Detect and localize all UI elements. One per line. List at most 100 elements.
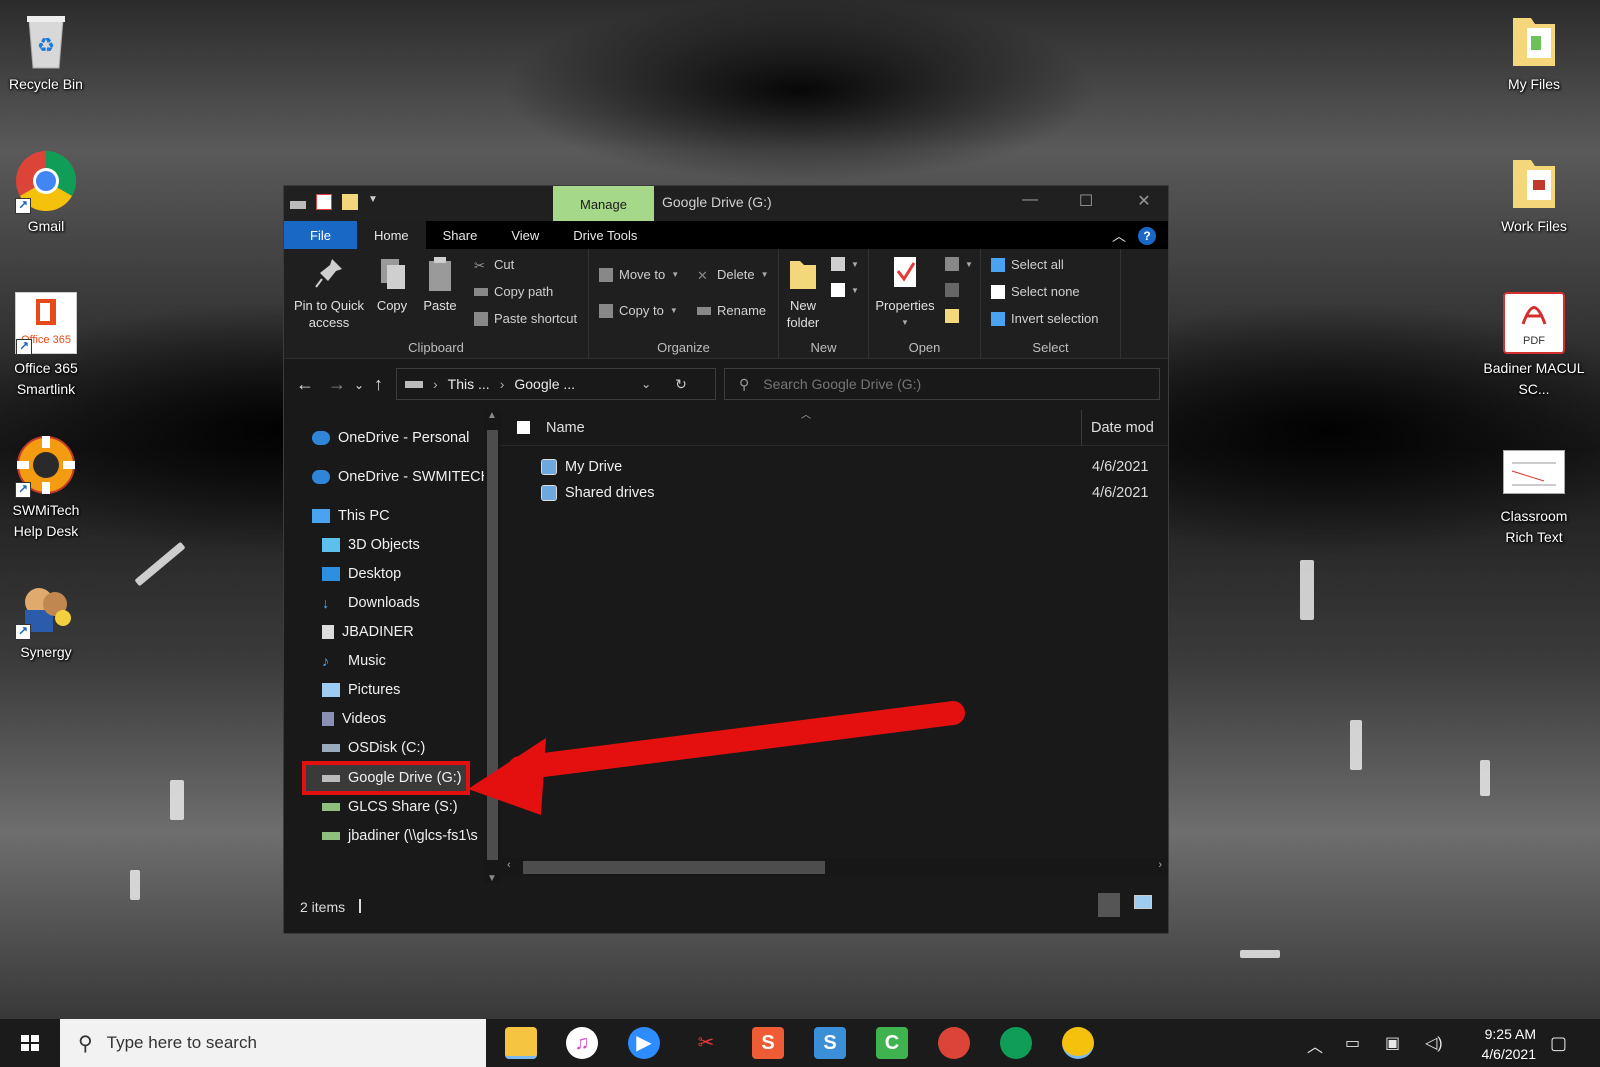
zoom-icon[interactable]: ▶: [628, 1027, 660, 1059]
nav-item-music[interactable]: ♪ Music: [322, 648, 501, 674]
pin-quick-access-button[interactable]: Pin to Quick access: [290, 255, 368, 331]
delete-button[interactable]: ✕ Delete ▼: [697, 267, 769, 283]
copy-to-button[interactable]: Copy to ▼: [599, 303, 678, 318]
nav-item-this-pc[interactable]: This PC: [312, 503, 501, 529]
search-box[interactable]: ⚲: [724, 368, 1160, 400]
new-item-button[interactable]: ▼: [831, 257, 859, 271]
edit-button[interactable]: [945, 283, 959, 297]
show-hidden-icons-icon[interactable]: ︿: [1307, 1033, 1323, 1057]
snipping-tool-icon[interactable]: ✂: [690, 1027, 722, 1059]
address-dropdown-icon[interactable]: ⌄: [641, 377, 651, 391]
address-bar[interactable]: › This ... › Google ... ⌄ ↻: [396, 368, 716, 400]
nav-item-pictures[interactable]: Pictures: [322, 677, 501, 703]
minimize-button[interactable]: —: [1010, 191, 1050, 209]
collapse-ribbon-icon[interactable]: ︿: [1112, 226, 1126, 246]
desktop-icon-badiner-pdf[interactable]: PDF Badiner MACUL SC...: [1483, 292, 1585, 400]
select-all-button[interactable]: Select all: [991, 257, 1064, 272]
recent-locations-chevron-icon[interactable]: ⌄: [354, 378, 364, 392]
notifications-icon[interactable]: ▢: [1550, 1033, 1567, 1054]
snagit-editor-icon[interactable]: S: [814, 1027, 846, 1059]
nav-item-videos[interactable]: Videos: [322, 706, 501, 732]
large-icons-view-icon[interactable]: [1134, 895, 1152, 909]
taskbar-search[interactable]: ⚲ Type here to search: [60, 1019, 486, 1067]
list-item[interactable]: My Drive 4/6/2021: [541, 455, 1161, 479]
help-icon[interactable]: ?: [1138, 227, 1156, 245]
list-item[interactable]: Shared drives 4/6/2021: [541, 481, 1161, 505]
desktop-icon-gmail[interactable]: ↗ Gmail: [0, 150, 92, 237]
tab-manage[interactable]: Manage: [553, 186, 654, 221]
chrome-taskbar-icon[interactable]: [1000, 1027, 1032, 1059]
desktop-icon-work-files[interactable]: Work Files: [1488, 150, 1580, 237]
open-button[interactable]: ▼: [945, 257, 973, 271]
nav-item-onedrive-personal[interactable]: OneDrive - Personal: [312, 425, 501, 451]
desktop-icon-classroom[interactable]: Classroom Rich Text: [1488, 450, 1580, 548]
network-icon[interactable]: ▣: [1385, 1033, 1400, 1053]
paste-shortcut-button[interactable]: Paste shortcut: [474, 311, 577, 326]
copy-button[interactable]: Copy: [370, 255, 414, 314]
column-divider[interactable]: [1081, 410, 1082, 446]
scroll-left-icon[interactable]: ‹: [507, 859, 511, 871]
camtasia-icon[interactable]: C: [876, 1027, 908, 1059]
cut-button[interactable]: ✂ Cut: [474, 257, 514, 273]
volume-icon[interactable]: ◁): [1425, 1033, 1443, 1053]
nav-item-jbadiner-share[interactable]: jbadiner (\\glcs-fs1\s: [322, 823, 501, 849]
taskbar-clock[interactable]: 9:25 AM 4/6/2021: [1456, 1024, 1537, 1064]
properties-qat-icon[interactable]: [316, 194, 332, 210]
history-button[interactable]: [945, 309, 959, 323]
nav-item-onedrive-swmitech[interactable]: OneDrive - SWMITECH: [312, 464, 501, 490]
nav-item-downloads[interactable]: ↓ Downloads: [322, 590, 501, 616]
properties-button[interactable]: Properties ▼: [871, 255, 939, 331]
search-input[interactable]: [763, 376, 1124, 392]
details-view-icon[interactable]: [1098, 893, 1120, 917]
nav-item-osdisk[interactable]: OSDisk (C:): [322, 735, 501, 761]
nav-item-desktop[interactable]: Desktop: [322, 561, 501, 587]
battery-icon[interactable]: ▭: [1345, 1033, 1360, 1053]
refresh-icon[interactable]: ↻: [675, 376, 687, 393]
nav-item-jbadiner[interactable]: JBADINER: [322, 619, 501, 645]
forward-arrow-icon[interactable]: →: [328, 374, 346, 395]
rename-button[interactable]: Rename: [697, 303, 766, 318]
copy-path-button[interactable]: Copy path: [474, 284, 553, 299]
tab-file[interactable]: File: [284, 221, 357, 249]
tab-home[interactable]: Home: [356, 221, 426, 249]
select-all-checkbox[interactable]: [517, 421, 530, 434]
move-to-button[interactable]: Move to ▼: [599, 267, 679, 282]
desktop-icon-synergy[interactable]: ↗ Synergy: [0, 576, 92, 663]
scrollbar-thumb[interactable]: [523, 861, 825, 874]
snagit-s-icon[interactable]: S: [752, 1027, 784, 1059]
start-button[interactable]: [0, 1019, 60, 1067]
desktop-icon-office365[interactable]: Office 365 ↗ Office 365 Smartlink: [0, 292, 92, 400]
chevron-down-icon[interactable]: ▼: [368, 194, 384, 210]
desktop-icon-my-files[interactable]: My Files: [1488, 8, 1580, 95]
tab-drive-tools[interactable]: Drive Tools: [556, 221, 654, 249]
chrome-taskbar-icon[interactable]: [1062, 1027, 1094, 1059]
itunes-icon[interactable]: ♫: [566, 1027, 598, 1059]
column-date-modified[interactable]: Date mod: [1091, 420, 1154, 436]
column-name[interactable]: Name: [546, 420, 585, 436]
tab-view[interactable]: View: [494, 221, 556, 249]
breadcrumb-google-drive[interactable]: Google ...: [514, 376, 575, 392]
navigation-scrollbar[interactable]: ▲ ▼: [484, 410, 501, 884]
desktop-icon-help-desk[interactable]: ↗ SWMiTech Help Desk: [0, 434, 92, 542]
nav-item-google-drive[interactable]: Google Drive (G:): [302, 761, 470, 795]
file-explorer-taskbar-icon[interactable]: [505, 1027, 537, 1059]
nav-item-glcs-share[interactable]: GLCS Share (S:): [322, 794, 501, 820]
new-folder-qat-icon[interactable]: [342, 194, 358, 210]
desktop-icon-recycle-bin[interactable]: ♻ Recycle Bin: [0, 8, 92, 95]
new-folder-button[interactable]: New folder: [781, 255, 825, 331]
invert-selection-button[interactable]: Invert selection: [991, 311, 1098, 326]
horizontal-scrollbar[interactable]: ‹ ›: [501, 858, 1168, 876]
chrome-taskbar-icon[interactable]: [938, 1027, 970, 1059]
scrollbar-thumb[interactable]: [487, 430, 498, 860]
up-arrow-icon[interactable]: ↑: [374, 374, 383, 395]
paste-button[interactable]: Paste: [418, 255, 462, 314]
breadcrumb-this-pc[interactable]: This ...: [448, 376, 490, 392]
back-arrow-icon[interactable]: ←: [296, 374, 314, 395]
tab-share[interactable]: Share: [426, 221, 495, 249]
maximize-button[interactable]: ☐: [1066, 191, 1106, 211]
easy-access-button[interactable]: ▼: [831, 283, 859, 297]
close-button[interactable]: ✕: [1124, 191, 1164, 211]
scroll-up-icon[interactable]: ▲: [487, 410, 497, 421]
select-none-button[interactable]: Select none: [991, 284, 1080, 299]
nav-item-3d-objects[interactable]: 3D Objects: [322, 532, 501, 558]
